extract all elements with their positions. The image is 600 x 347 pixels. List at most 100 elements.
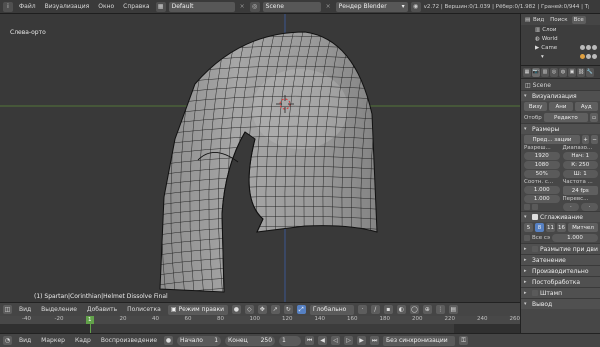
viewport-canvas[interactable] (0, 14, 520, 302)
menu-file[interactable]: Файл (16, 3, 39, 10)
editor-type-props-icon[interactable]: ▦ (523, 67, 531, 77)
tab-layers-icon[interactable]: ▥ (541, 67, 549, 77)
shading-solid-icon[interactable]: ● (231, 305, 241, 314)
remove-preset-icon[interactable]: − (591, 135, 598, 144)
camera-render-icon[interactable] (592, 45, 597, 50)
play-reverse-icon[interactable]: ◁ (331, 336, 341, 345)
stamp-checkbox[interactable] (532, 290, 538, 296)
frame-start-field[interactable]: Нач: 1 (562, 152, 598, 160)
tab-world-icon[interactable]: ◍ (559, 67, 567, 77)
tab-scene-icon[interactable]: ◎ (550, 67, 558, 77)
crop-checkbox[interactable] (532, 204, 538, 210)
section-antialiasing-header[interactable]: ▾ Сглаживание (521, 211, 600, 222)
eye-icon-2[interactable] (586, 54, 591, 59)
timeline-area[interactable]: -40-200204060801001201401601802002202402… (0, 316, 520, 333)
aa-samples-8[interactable]: 8 (535, 223, 544, 232)
outliner-tab-all[interactable]: Все (571, 15, 586, 24)
scene-close-icon[interactable]: × (324, 3, 333, 10)
visibility-icons[interactable] (580, 45, 600, 50)
aa-samples-16[interactable]: 16 (557, 223, 566, 232)
edge-select-icon[interactable]: / (370, 305, 380, 314)
menu-playback[interactable]: Воспроизведение (98, 337, 160, 344)
tab-object-icon[interactable]: ▣ (568, 67, 576, 77)
remap-new-field[interactable]: · (581, 203, 598, 211)
outliner-row-layers[interactable]: ▥ Слои (521, 25, 600, 34)
outliner-row-extra[interactable]: ▾ (521, 52, 600, 61)
tab-constraints-icon[interactable]: ⛓ (577, 67, 585, 77)
menu-add[interactable]: Добавить (84, 306, 120, 313)
motion-blur-checkbox[interactable] (532, 246, 538, 252)
jump-end-icon[interactable]: ⏭ (370, 336, 380, 345)
antialiasing-checkbox[interactable] (532, 214, 538, 220)
preset-select[interactable]: Пред... зации (524, 135, 580, 144)
layout-close-icon[interactable]: × (238, 3, 247, 10)
menu-frame[interactable]: Кадр (72, 337, 94, 344)
scene-selector[interactable]: Scene (262, 1, 321, 12)
start-frame-field[interactable]: Начало 1 (177, 335, 222, 346)
render-animation-button[interactable]: Ани (549, 102, 573, 111)
resolution-y-field[interactable]: 1080 (524, 161, 560, 169)
section-motion-blur[interactable]: ▸ Размытие при дви (521, 243, 600, 254)
jump-start-icon[interactable]: ⏮ (305, 336, 315, 345)
frame-step-field[interactable]: Ш: 1 (562, 170, 598, 178)
menu-help[interactable]: Справка (120, 3, 152, 10)
editor-type-3d-icon[interactable]: ◫ (3, 305, 12, 314)
end-frame-field[interactable]: Конец 250 (225, 335, 276, 346)
scene-icon[interactable]: ◎ (249, 1, 260, 12)
section-shading[interactable]: ▸ Затенение (521, 254, 600, 265)
resolution-percent-field[interactable]: 50% (524, 170, 560, 178)
menu-select[interactable]: Выделение (38, 306, 80, 313)
render-engine-select[interactable]: Рендер Blender ▾ (335, 1, 408, 12)
aspect-x-field[interactable]: 1.000 (524, 186, 560, 194)
sync-mode-select[interactable]: Без синхронизации (383, 335, 456, 346)
menu-tl-view[interactable]: Вид (16, 337, 34, 344)
next-key-icon[interactable]: ▶ (357, 336, 367, 345)
prev-key-icon[interactable]: ◀ (318, 336, 328, 345)
scale-icon[interactable]: ⤢ (296, 305, 306, 314)
border-checkbox[interactable] (524, 204, 530, 210)
render-audio-button[interactable]: Ауд (574, 102, 598, 111)
3d-viewport[interactable]: Слева-орто (1) Spartan|Corinthian|Helmet… (0, 14, 520, 302)
render-preview-icon[interactable]: ▤ (448, 305, 458, 314)
pivot-icon[interactable]: ◇ (244, 305, 254, 314)
manipulator-icon[interactable]: ✥ (257, 305, 267, 314)
eye-icon[interactable] (580, 45, 585, 50)
full-sample-checkbox[interactable] (524, 235, 530, 241)
cursor-select-icon[interactable] (586, 45, 591, 50)
play-icon[interactable]: ▷ (344, 336, 354, 345)
section-post-processing[interactable]: ▸ Постобработка (521, 276, 600, 287)
lamp-icon[interactable] (580, 54, 585, 59)
face-select-icon[interactable]: ▪ (383, 305, 393, 314)
keying-icon[interactable]: ⚿ (459, 336, 469, 345)
record-icon[interactable]: ● (164, 336, 174, 345)
aspect-y-field[interactable]: 1.000 (524, 195, 560, 203)
tab-modifiers-icon[interactable]: 🔧 (586, 67, 594, 77)
outliner-tab-search[interactable]: Поиск (548, 16, 569, 24)
timeline-scale[interactable]: -40-200204060801001201401601802002202402… (0, 316, 520, 324)
section-render-header[interactable]: ▾ Визуализация (521, 90, 600, 101)
outliner-row-camera[interactable]: ▶ Came (521, 43, 600, 52)
editor-type-icon[interactable]: i (3, 1, 13, 12)
translate-icon[interactable]: ↗ (270, 305, 280, 314)
filter-size-field[interactable]: 1.000 (551, 234, 598, 242)
outliner-tab-view[interactable]: Вид (531, 16, 546, 24)
menu-render[interactable]: Визуализация (42, 3, 93, 10)
display-select[interactable]: Редакто (543, 113, 588, 122)
outliner-row-world[interactable]: ◍ World (521, 34, 600, 43)
rotate-icon[interactable]: ↻ (283, 305, 293, 314)
render-image-button[interactable]: Визу (524, 102, 548, 111)
menu-view[interactable]: Вид (16, 306, 34, 313)
editor-type-timeline-icon[interactable]: ◔ (3, 336, 12, 345)
mode-select[interactable]: ▣ Режим правки (167, 304, 228, 315)
vertex-select-icon[interactable]: · (357, 305, 367, 314)
proportional-edit-icon[interactable]: ◯ (409, 305, 419, 314)
menu-window[interactable]: Окно (95, 3, 117, 10)
section-dimensions-header[interactable]: ▾ Размеры (521, 123, 600, 134)
screen-layout-icon[interactable]: ▦ (155, 1, 166, 12)
section-stamp[interactable]: ▸ Штамп (521, 287, 600, 298)
menu-mesh[interactable]: Полисетка (124, 306, 164, 313)
snap-icon[interactable]: ⊕ (422, 305, 432, 314)
snap-target-icon[interactable]: ⋮ (435, 305, 445, 314)
fps-select[interactable]: 24 fps (562, 186, 598, 195)
section-performance[interactable]: ▸ Производительно (521, 265, 600, 276)
